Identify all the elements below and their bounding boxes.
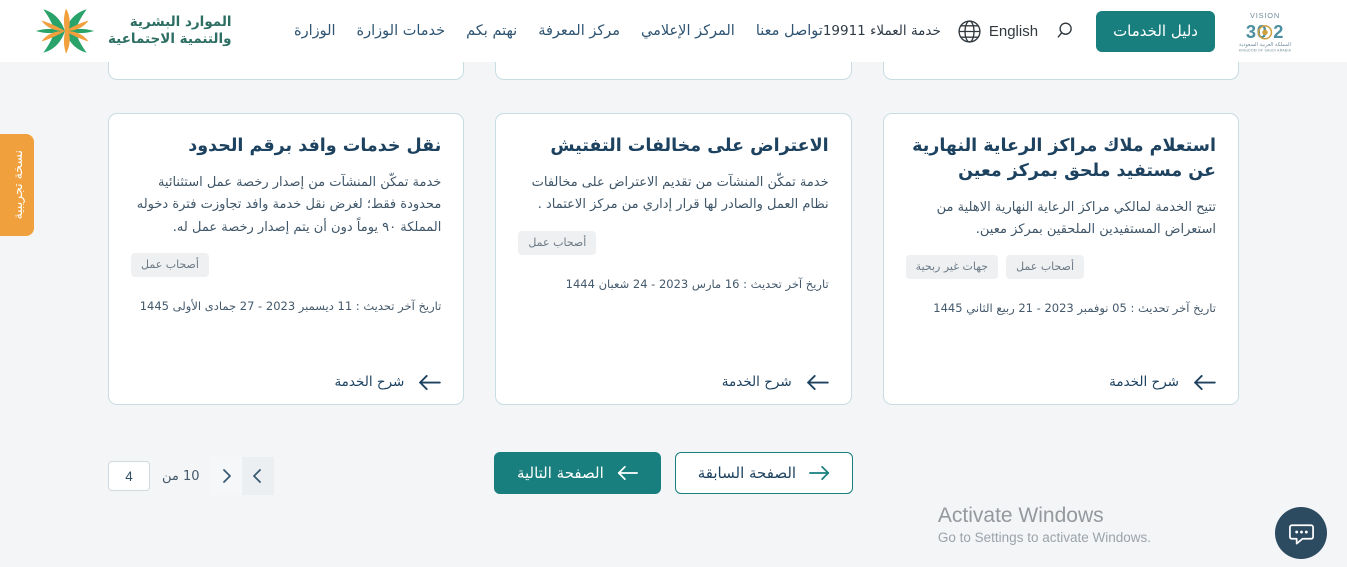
watermark-title: Activate Windows: [937, 503, 1104, 527]
card-description: خدمة تمكّن المنشآت من تقديم الاعتراض على…: [531, 174, 829, 213]
brand-line-1: الموارد البشرية: [129, 13, 232, 30]
arrow-left-icon: [617, 466, 638, 480]
card-link-label: شرح الخدمة: [334, 374, 405, 390]
customer-service-phone: خدمة العملاء 19911: [822, 23, 941, 39]
status-badge: أصحاب عمل: [518, 230, 597, 255]
nav-ministry[interactable]: الوزارة: [294, 23, 336, 39]
card-tags: أصحاب عمل: [518, 230, 828, 255]
card-service-details-link[interactable]: شرح الخدمة: [1109, 374, 1216, 390]
card-title: استعلام ملاك مراكز الرعاية النهارية عن م…: [912, 136, 1216, 181]
site-header: الموارد البشرية والتنمية الاجتماعية الوز…: [0, 0, 1347, 62]
nav-knowledge-center[interactable]: مركز المعرفة: [538, 23, 620, 39]
status-badge: أصحاب عمل: [1006, 255, 1085, 280]
chat-support-button[interactable]: [1275, 507, 1327, 559]
card-link-label: شرح الخدمة: [721, 374, 792, 390]
page-nav-buttons: الصفحة السابقة الصفحة التالية: [0, 452, 1347, 494]
card-last-update: تاريخ آخر تحديث : 05 نوفمبر 2023 - 21 رب…: [933, 301, 1216, 316]
previous-card-partial: [882, 62, 1239, 80]
card-tags: أصحاب عمل: [131, 252, 441, 277]
beta-version-label: نسخة تجريبية: [9, 150, 25, 220]
status-badge: أصحاب عمل: [131, 252, 209, 277]
card-title: الاعتراض على مخالفات التفتيش: [550, 136, 829, 156]
next-page-button[interactable]: الصفحة التالية: [493, 452, 661, 494]
card-service-details-link[interactable]: شرح الخدمة: [334, 374, 442, 390]
card-description: خدمة تمكّن المنشآت من إصدار رخصة عمل است…: [136, 174, 442, 235]
services-guide-button[interactable]: دليل الخدمات: [1096, 10, 1215, 52]
chat-bubble-icon: [1288, 523, 1314, 544]
card-last-update: تاريخ آخر تحديث : 11 ديسمبر 2023 - 27 جم…: [139, 298, 442, 313]
main-navigation: الوزارة خدمات الوزارة نهتم بكم مركز المع…: [294, 23, 823, 39]
card-service-details-link[interactable]: شرح الخدمة: [722, 374, 829, 390]
language-label: English: [988, 22, 1039, 40]
nav-contact-us[interactable]: تواصل معنا: [756, 23, 823, 39]
svg-text:VISION: VISION: [1250, 11, 1280, 20]
brand-logo[interactable]: الموارد البشرية والتنمية الاجتماعية: [32, 7, 232, 55]
previous-card-partial: [495, 62, 852, 80]
next-page-label: الصفحة التالية: [516, 464, 604, 482]
windows-activation-watermark: Activate Windows Go to Settings to activ…: [938, 502, 1151, 545]
previous-card-partial: [108, 62, 465, 80]
previous-page-label: الصفحة السابقة: [697, 464, 797, 482]
globe-icon: [958, 19, 981, 43]
search-button[interactable]: [1054, 18, 1080, 44]
card-description: تتيح الخدمة لمالكي مراكز الرعاية النهاري…: [936, 199, 1216, 238]
card-last-update: تاريخ آخر تحديث : 16 مارس 2023 - 24 شعبا…: [565, 276, 829, 291]
nav-media-center[interactable]: المركز الإعلامي: [641, 23, 735, 39]
service-card[interactable]: نقل خدمات وافد برقم الحدود خدمة تمكّن ال…: [108, 113, 465, 405]
vision-2030-logo-icon: VISION 2 30 المملكة العربية السعودية KIN…: [1239, 11, 1292, 52]
pagination-bar: 10 من الصفحة السابقة الصفحة التالية: [0, 452, 1347, 503]
nav-ministry-services[interactable]: خدمات الوزارة: [357, 23, 446, 39]
svg-text:المملكة العربية السعودية: المملكة العربية السعودية: [1239, 42, 1291, 48]
header-utilities: خدمة العملاء 19911 English دليل الخدمات …: [823, 8, 1303, 54]
service-card[interactable]: استعلام ملاك مراكز الرعاية النهارية عن م…: [882, 113, 1239, 405]
previous-row-remnant: [108, 62, 1239, 80]
card-title: نقل خدمات وافد برقم الحدود: [188, 136, 442, 156]
search-icon: [1057, 22, 1072, 38]
arrow-left-icon: [806, 374, 829, 390]
hrsd-star-logo-icon: [35, 8, 95, 54]
language-toggle[interactable]: English: [957, 19, 1038, 44]
service-cards-row: استعلام ملاك مراكز الرعاية النهارية عن م…: [108, 113, 1239, 405]
previous-page-button[interactable]: الصفحة السابقة: [674, 452, 854, 494]
status-badge: جهات غير ربحية: [905, 255, 999, 280]
brand-name: الموارد البشرية والتنمية الاجتماعية: [108, 14, 232, 49]
beta-version-tab[interactable]: نسخة تجريبية: [0, 134, 34, 236]
service-card[interactable]: الاعتراض على مخالفات التفتيش خدمة تمكّن …: [495, 113, 852, 405]
arrow-right-icon: [809, 466, 830, 480]
svg-text:KINGDOM OF SAUDI ARABIA: KINGDOM OF SAUDI ARABIA: [1239, 48, 1292, 52]
services-content: استعلام ملاك مراكز الرعاية النهارية عن م…: [0, 62, 1347, 405]
brand-line-2: والتنمية الاجتماعية: [108, 31, 232, 47]
watermark-subtitle: Go to Settings to activate Windows.: [937, 530, 1151, 545]
card-link-label: شرح الخدمة: [1109, 374, 1179, 390]
arrow-left-icon: [419, 374, 442, 390]
card-tags: جهات غير ربحية أصحاب عمل: [905, 255, 1216, 280]
arrow-left-icon: [1194, 374, 1216, 390]
nav-we-care[interactable]: نهتم بكم: [466, 23, 517, 39]
